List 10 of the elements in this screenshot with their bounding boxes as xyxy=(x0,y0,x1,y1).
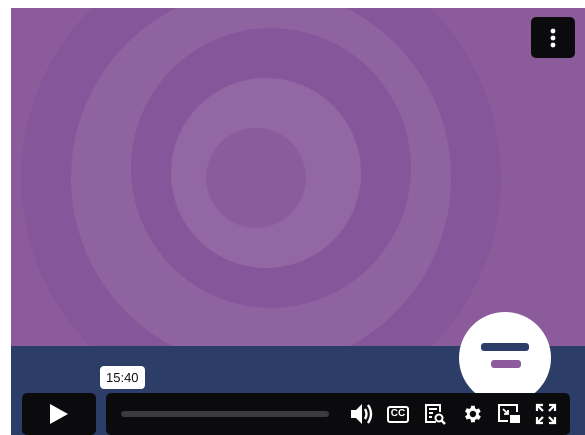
picture-in-picture-icon xyxy=(496,403,520,425)
captions-button[interactable]: CC xyxy=(387,406,409,422)
play-icon xyxy=(49,403,69,425)
play-button[interactable] xyxy=(22,393,96,435)
transcript-icon xyxy=(424,403,446,425)
volume-icon xyxy=(350,403,374,425)
more-options-button[interactable] xyxy=(531,17,575,58)
time-tooltip: 15:40 xyxy=(100,366,145,389)
more-icon xyxy=(550,28,556,48)
fullscreen-icon xyxy=(534,403,556,425)
